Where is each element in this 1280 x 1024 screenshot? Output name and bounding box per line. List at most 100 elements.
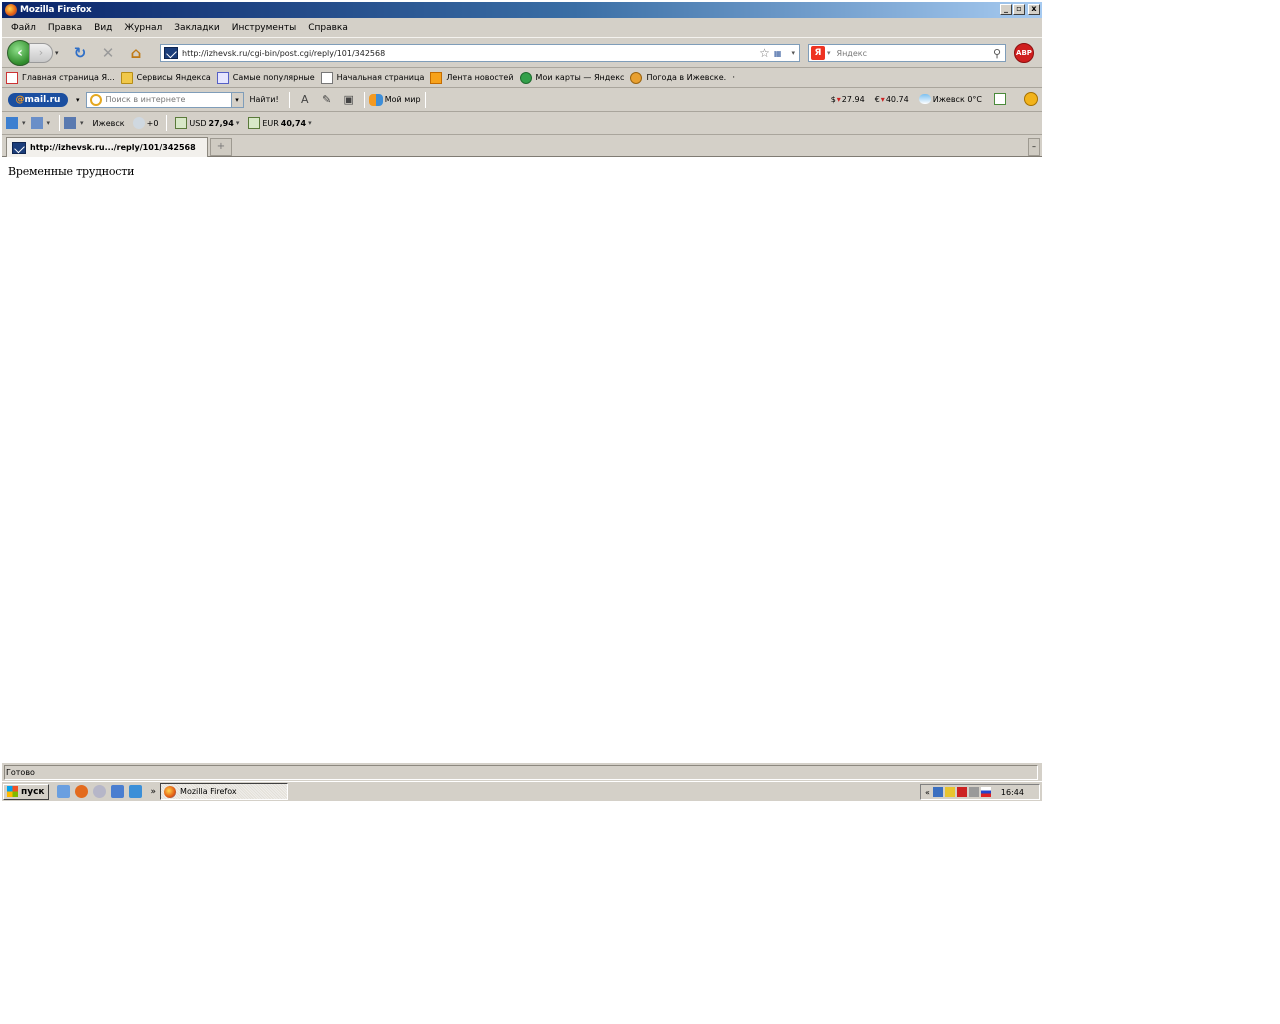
adblock-icon[interactable]: ABP xyxy=(1014,43,1034,63)
menu-bookmarks[interactable]: Закладки xyxy=(168,23,226,33)
cloud-icon xyxy=(918,94,931,104)
yandex-icon[interactable]: Я xyxy=(811,46,825,60)
tray-expand-icon[interactable]: « xyxy=(925,788,930,797)
menu-bar: Файл Правка Вид Журнал Закладки Инструме… xyxy=(2,18,1042,38)
currency-icon xyxy=(175,117,188,129)
mailru-menu-dropdown-icon[interactable]: ▾ xyxy=(76,96,80,104)
search-bar[interactable]: Я ▾ Яндекс ⚲ xyxy=(808,44,1006,62)
news-icon[interactable] xyxy=(994,93,1006,105)
page-content: Временные трудности xyxy=(2,157,1042,762)
security-icon[interactable] xyxy=(944,787,955,797)
menu-help[interactable]: Справка xyxy=(302,23,354,33)
address-bar[interactable]: http://izhevsk.ru/cgi-bin/post.cgi/reply… xyxy=(160,44,800,62)
bookmark-most-visited[interactable]: Самые популярные xyxy=(216,71,315,84)
traffic-icon[interactable] xyxy=(64,117,77,129)
url-input[interactable]: http://izhevsk.ru/cgi-bin/post.cgi/reply… xyxy=(182,49,759,58)
maximize-button[interactable]: ▫ xyxy=(1013,4,1025,15)
connection-icon[interactable] xyxy=(968,787,979,797)
rss-icon xyxy=(430,71,443,84)
new-tab-button[interactable]: + xyxy=(210,138,232,156)
traffic-dropdown-icon[interactable]: ▾ xyxy=(80,119,84,127)
weather-city[interactable]: Ижевск xyxy=(93,119,125,128)
reload-icon[interactable]: ↻ xyxy=(69,42,91,64)
down-arrow-icon: ▾ xyxy=(880,94,885,104)
bookmark-yandex-services[interactable]: Сервисы Яндекса xyxy=(120,71,211,84)
bookmark-start-page[interactable]: Начальная страница xyxy=(320,71,425,84)
bookmark-my-maps[interactable]: Мои карты — Яндекс xyxy=(519,71,624,84)
internet-explorer-icon[interactable] xyxy=(128,785,142,798)
settings-gear-icon[interactable] xyxy=(1024,92,1038,106)
home-icon[interactable]: ⌂ xyxy=(125,42,147,64)
weather-informer[interactable]: Ижевск 0°C xyxy=(918,94,982,104)
tab-active[interactable]: http://izhevsk.ru.../reply/101/342568 xyxy=(6,137,208,157)
stop-icon[interactable]: ✕ xyxy=(97,42,119,64)
search-input[interactable]: Яндекс xyxy=(837,49,993,58)
bookmark-label: Начальная страница xyxy=(336,73,425,82)
media-player-icon[interactable] xyxy=(110,785,124,798)
search-engine-dropdown-icon[interactable]: ▾ xyxy=(827,49,831,57)
taskbar: пуск » Mozilla Firefox « 16:44 xyxy=(2,781,1042,801)
antivirus-icon[interactable] xyxy=(956,787,967,797)
yandex-favicon-icon xyxy=(6,71,18,84)
site-favicon-icon xyxy=(12,141,26,154)
mailru-logo[interactable]: @ mail.ru xyxy=(8,92,68,107)
bookmark-weather[interactable]: Погода в Ижевске. xyxy=(630,71,726,84)
status-panel xyxy=(4,765,1038,780)
bookmark-star-icon[interactable]: ☆ xyxy=(759,46,770,60)
forward-button[interactable]: › xyxy=(29,42,53,63)
yandex-bar-dropdown-icon[interactable]: ▾ xyxy=(22,119,26,127)
weather-temperature[interactable]: +0 xyxy=(147,119,159,128)
folder-icon xyxy=(120,71,133,84)
firefox-icon xyxy=(164,785,177,798)
bookmark-yandex-home[interactable]: Главная страница Я... xyxy=(6,71,115,84)
window-controls: _ ▫ x xyxy=(1000,4,1040,15)
menu-tools[interactable]: Инструменты xyxy=(226,23,302,33)
navigation-toolbar: ‹ › ▾ ↻ ✕ ⌂ http://izhevsk.ru/cgi-bin/po… xyxy=(2,38,1042,68)
moimir-button[interactable]: Мой мир xyxy=(368,93,421,106)
menu-edit[interactable]: Правка xyxy=(42,23,88,33)
eur-rate[interactable]: EUR 40,74 xyxy=(248,117,306,129)
yandex-toolbar: ▾ ▾ ▾ Ижевск +0 USD 27,94 ▾ EUR 40,74 ▾ xyxy=(2,112,1042,135)
eur-dropdown-icon[interactable]: ▾ xyxy=(308,119,312,127)
minimize-button[interactable]: _ xyxy=(1000,4,1012,15)
firefox-launch-icon[interactable] xyxy=(74,785,88,798)
menu-file[interactable]: Файл xyxy=(5,23,42,33)
tab-list-button[interactable]: – xyxy=(1028,138,1040,156)
mail-dropdown-icon[interactable]: ▾ xyxy=(47,119,51,127)
network-icon[interactable] xyxy=(932,787,943,797)
usd-rate[interactable]: USD 27,94 xyxy=(175,117,234,129)
clipboard-icon[interactable]: ▣ xyxy=(342,93,356,107)
close-button[interactable]: x xyxy=(1028,4,1040,15)
bookmark-news-feed[interactable]: Лента новостей xyxy=(430,71,514,84)
quick-launch-more-icon[interactable]: » xyxy=(151,787,157,797)
mail-icon[interactable] xyxy=(30,117,43,129)
url-dropdown-icon[interactable]: ▾ xyxy=(791,49,795,57)
quick-launch xyxy=(56,785,147,798)
moimir-label: Мой мир xyxy=(384,95,421,104)
language-ru-icon[interactable] xyxy=(980,787,991,797)
window-title-bar[interactable]: Mozilla Firefox _ ▫ x xyxy=(2,2,1042,18)
clock: 16:44 xyxy=(1000,787,1024,797)
start-button[interactable]: пуск xyxy=(3,783,49,800)
menu-view[interactable]: Вид xyxy=(88,23,118,33)
history-dropdown-icon[interactable]: ▾ xyxy=(55,49,63,57)
show-desktop-icon[interactable] xyxy=(56,785,70,798)
search-icon[interactable]: ⚲ xyxy=(993,47,1001,60)
yandex-bar-icon[interactable] xyxy=(6,117,18,129)
feed-icon[interactable]: ▦ xyxy=(774,49,782,58)
usd-dropdown-icon[interactable]: ▾ xyxy=(236,119,240,127)
translate-icon[interactable]: A xyxy=(298,93,312,107)
find-button[interactable]: Найти! xyxy=(250,95,279,104)
toolbar-separator xyxy=(363,91,365,108)
highlight-icon[interactable]: ✎ xyxy=(320,93,334,107)
eur-rate-informer[interactable]: € ▾ 40.74 xyxy=(875,95,909,104)
usd-rate-informer[interactable]: $ ▾ 27.94 xyxy=(831,95,865,104)
messenger-icon[interactable] xyxy=(92,785,106,798)
mailru-search-box[interactable]: Поиск в интернете ▾ xyxy=(85,91,244,108)
mailru-search-input[interactable]: Поиск в интернете xyxy=(106,95,231,104)
taskbar-item-firefox[interactable]: Mozilla Firefox xyxy=(160,783,289,800)
windows-logo-icon xyxy=(7,786,18,797)
mailru-search-dropdown-icon[interactable]: ▾ xyxy=(230,92,243,107)
bookmarks-more-icon[interactable]: · xyxy=(732,73,735,83)
menu-history[interactable]: Журнал xyxy=(118,23,168,33)
